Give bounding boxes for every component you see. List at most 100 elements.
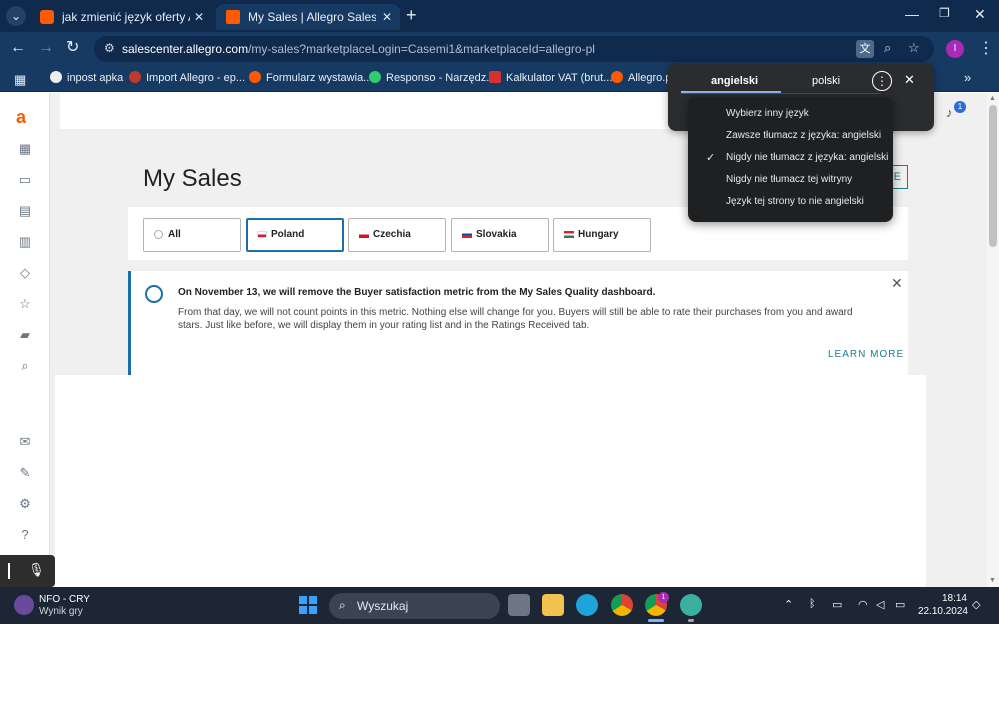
star-icon[interactable]: ☆ bbox=[16, 295, 34, 313]
dashboard-icon[interactable]: ▦ bbox=[16, 140, 34, 158]
documents-icon[interactable]: ▥ bbox=[16, 233, 34, 251]
scroll-thumb[interactable] bbox=[989, 105, 997, 247]
allegro-logo[interactable]: a bbox=[16, 107, 26, 128]
messages-icon[interactable]: ✉ bbox=[16, 433, 34, 451]
profile-avatar[interactable]: I bbox=[946, 40, 964, 58]
more-bookmarks-icon[interactable]: » bbox=[964, 70, 971, 85]
battery-icon[interactable]: ▭ bbox=[895, 598, 905, 611]
text-cursor bbox=[8, 563, 10, 579]
game-title[interactable]: NFO - CRY bbox=[39, 594, 90, 605]
forward-button[interactable]: → bbox=[38, 39, 54, 57]
notifications-bell-icon[interactable]: ♪ bbox=[946, 105, 953, 120]
marketplace-slovakia-button[interactable]: Slovakia bbox=[451, 218, 549, 252]
close-translate-icon[interactable]: ✕ bbox=[904, 72, 915, 88]
bookmark-allegro[interactable]: Allegro.pl bbox=[611, 71, 674, 84]
game-widget-icon[interactable] bbox=[14, 595, 34, 615]
help-icon[interactable]: ? bbox=[16, 526, 34, 544]
browser-menu-icon[interactable]: ⋮ bbox=[978, 38, 994, 58]
bluetooth-icon[interactable]: ᛒ bbox=[809, 598, 816, 610]
marketplace-all-button[interactable]: All bbox=[143, 218, 241, 252]
url-text[interactable]: salescenter.allegro.com/my-sales?marketp… bbox=[122, 42, 595, 56]
globe-icon bbox=[154, 230, 163, 239]
new-tab-button[interactable]: + bbox=[406, 5, 417, 25]
settings-gear-icon[interactable]: ⚙ bbox=[16, 495, 34, 513]
chrome-icon[interactable] bbox=[611, 594, 633, 616]
task-view-icon[interactable] bbox=[508, 594, 530, 616]
tab-jak-zmienic[interactable]: jak zmienić język oferty ALLEGRO ✕ bbox=[30, 4, 212, 30]
search-icon[interactable]: ⌕ bbox=[16, 357, 34, 375]
left-sidebar: a ▦ ▭ ▤ ▥ ◇ ☆ ▰ ⌕ ✉ ✎ ⚙ ? bbox=[0, 93, 50, 587]
site-info-icon[interactable]: ⚙ bbox=[104, 41, 115, 55]
screen: ⌄ jak zmienić język oferty ALLEGRO ✕ My … bbox=[0, 0, 999, 624]
orders-icon[interactable]: ▭ bbox=[16, 171, 34, 189]
bookmark-star-icon[interactable]: ☆ bbox=[908, 40, 920, 56]
game-subtitle: Wynik gry bbox=[39, 606, 83, 617]
microphone-icon[interactable]: 🎙 bbox=[28, 562, 45, 578]
menu-never-translate-language[interactable]: ✓ Nigdy nie tłumacz z języka: angielski bbox=[688, 147, 893, 169]
tab-title: jak zmienić język oferty ALLEGRO bbox=[62, 10, 190, 24]
network-app-icon[interactable] bbox=[680, 594, 702, 616]
calculator-icon bbox=[489, 71, 501, 83]
windows-taskbar: NFO - CRY Wynik gry ⌕ Wyszukaj 1 ⌃ ᛒ ▭ ◠… bbox=[0, 587, 999, 624]
close-notice-icon[interactable]: ✕ bbox=[891, 275, 903, 292]
bookmark-kalkulator[interactable]: Kalkulator VAT (brut... bbox=[489, 71, 612, 84]
menu-always-translate[interactable]: Zawsze tłumacz z języka: angielski bbox=[688, 125, 893, 147]
responso-icon bbox=[369, 71, 381, 83]
menu-not-english[interactable]: Język tej strony to nie angielski bbox=[688, 191, 893, 213]
tab-search-button[interactable]: ⌄ bbox=[6, 6, 26, 26]
browser-toolbar: ← → ↻ ⚙ salescenter.allegro.com/my-sales… bbox=[0, 32, 999, 66]
zoom-icon[interactable]: ⌕ bbox=[884, 40, 891, 56]
offers-icon[interactable]: ▤ bbox=[16, 202, 34, 220]
voice-input-panel: 🎙 bbox=[0, 555, 55, 587]
stats-icon[interactable]: ▰ bbox=[16, 326, 34, 344]
translate-icon[interactable]: 文 bbox=[856, 40, 874, 58]
marketplace-czechia-button[interactable]: Czechia bbox=[348, 218, 446, 252]
marketplace-hungary-button[interactable]: Hungary bbox=[553, 218, 651, 252]
reload-button[interactable]: ↻ bbox=[66, 39, 79, 57]
windows-start-icon[interactable] bbox=[299, 596, 317, 614]
edge-icon[interactable] bbox=[576, 594, 598, 616]
globe-info-icon bbox=[145, 285, 163, 303]
clock-time[interactable]: 18:14 bbox=[937, 593, 967, 604]
restore-button[interactable]: ❐ bbox=[939, 6, 950, 20]
tab-my-sales[interactable]: My Sales | Allegro Sales Center ✕ bbox=[216, 4, 400, 30]
notice-body: From that day, we will not count points … bbox=[178, 307, 853, 331]
tab-title: My Sales | Allegro Sales Center bbox=[248, 10, 376, 24]
target-language-tab[interactable]: polski bbox=[812, 75, 840, 87]
search-placeholder: Wyszukaj bbox=[357, 599, 409, 613]
back-button[interactable]: ← bbox=[10, 39, 26, 57]
address-bar[interactable]: ⚙ salescenter.allegro.com/my-sales?marke… bbox=[94, 36, 934, 62]
page-scrollbar[interactable]: ▲ ▼ bbox=[987, 93, 999, 587]
scroll-up-icon[interactable]: ▲ bbox=[989, 95, 996, 102]
close-tab-icon[interactable]: ✕ bbox=[194, 4, 204, 30]
apps-grid-icon[interactable]: ▦ bbox=[14, 72, 26, 88]
close-tab-icon[interactable]: ✕ bbox=[382, 4, 392, 30]
bookmark-inpost[interactable]: inpost apka bbox=[50, 71, 123, 84]
allegro-icon bbox=[40, 10, 54, 24]
scroll-down-icon[interactable]: ▼ bbox=[989, 577, 996, 584]
learn-more-link[interactable]: LEARN MORE bbox=[828, 349, 904, 360]
browser-tabbar: ⌄ jak zmienić język oferty ALLEGRO ✕ My … bbox=[0, 0, 999, 32]
slovakia-flag-icon bbox=[462, 231, 472, 238]
display-icon[interactable]: ▭ bbox=[832, 598, 842, 611]
file-explorer-icon[interactable] bbox=[542, 594, 564, 616]
volume-icon[interactable]: ◁ bbox=[876, 598, 884, 611]
menu-choose-language[interactable]: Wybierz inny język bbox=[688, 103, 893, 125]
minimize-button[interactable]: — bbox=[905, 6, 919, 22]
marketplace-poland-button[interactable]: Poland bbox=[246, 218, 344, 252]
bookmark-formularz[interactable]: Formularz wystawia... bbox=[249, 71, 372, 84]
edit-icon[interactable]: ✎ bbox=[16, 464, 34, 482]
bookmark-responso[interactable]: Responso - Narzędz... bbox=[369, 71, 495, 84]
close-window-button[interactable]: ✕ bbox=[974, 6, 986, 23]
tag-icon[interactable]: ◇ bbox=[16, 264, 34, 282]
notifications-icon[interactable]: ◇ bbox=[972, 598, 980, 611]
source-language-tab[interactable]: angielski bbox=[711, 75, 758, 87]
show-hidden-icons[interactable]: ⌃ bbox=[784, 598, 793, 611]
wifi-icon[interactable]: ◠ bbox=[858, 598, 868, 611]
taskbar-search[interactable]: ⌕ Wyszukaj bbox=[329, 593, 500, 619]
menu-never-translate-site[interactable]: Nigdy nie tłumacz tej witryny bbox=[688, 169, 893, 191]
translate-options-icon[interactable]: ⋮ bbox=[872, 71, 892, 91]
clock-date[interactable]: 22.10.2024 bbox=[916, 606, 968, 617]
info-notice: On November 13, we will remove the Buyer… bbox=[128, 271, 908, 375]
bookmark-import[interactable]: Import Allegro - ep... bbox=[129, 71, 245, 84]
